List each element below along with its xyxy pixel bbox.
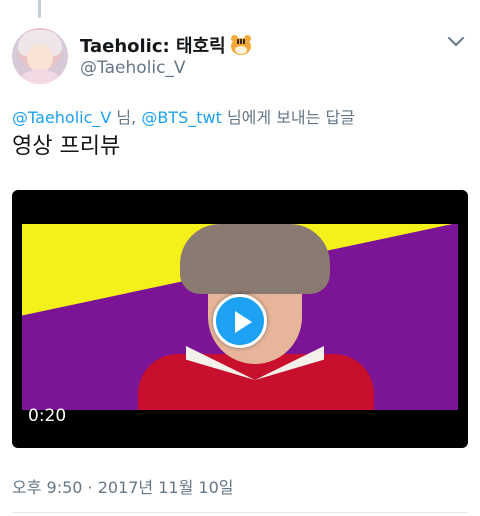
divider: [12, 512, 468, 513]
thread-connector-line: [38, 0, 41, 18]
reply-separator: 님,: [111, 108, 142, 127]
author-name-row[interactable]: Taeholic: 태호릭: [80, 32, 252, 58]
mention-link-taeholic[interactable]: @Taeholic_V: [12, 108, 111, 127]
avatar-shirt: [16, 70, 64, 84]
replying-to-line: @Taeholic_V 님, @BTS_twt 님에게 보내는 답글: [12, 104, 355, 128]
tweet-timestamp[interactable]: 오후 9:50 · 2017년 11월 10일: [12, 474, 233, 498]
play-icon: [235, 311, 252, 333]
tweet-text: 영상 프리뷰: [12, 134, 121, 159]
author-display-name[interactable]: Taeholic: 태호릭: [80, 32, 226, 58]
play-button[interactable]: [213, 294, 267, 348]
tiger-face-emoji-icon: [230, 35, 252, 55]
avatar-face: [27, 44, 53, 72]
author-handle[interactable]: @Taeholic_V: [80, 58, 186, 78]
avatar[interactable]: [12, 28, 68, 84]
video-player[interactable]: 0:20: [12, 190, 468, 448]
video-duration: 0:20: [28, 406, 67, 426]
chevron-down-icon[interactable]: [446, 34, 466, 48]
reply-suffix: 님에게 보내는 답글: [221, 108, 355, 127]
mention-link-bts[interactable]: @BTS_twt: [141, 108, 222, 127]
